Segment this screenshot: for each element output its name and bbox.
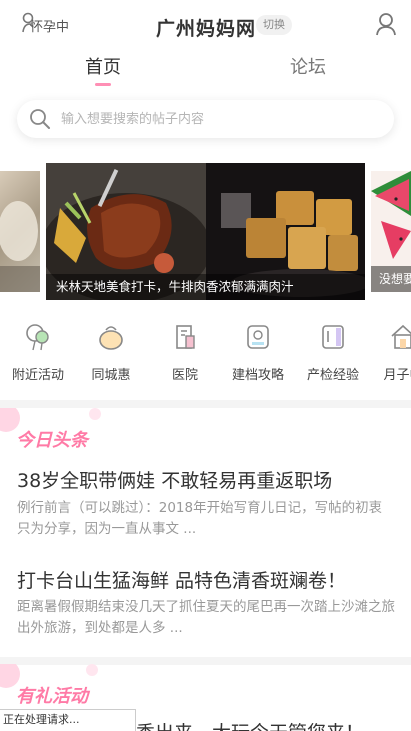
section-divider — [0, 400, 411, 408]
status-label: 怀孕中 — [30, 20, 70, 35]
money-bag-icon — [99, 326, 123, 350]
loading-toast: 正在处理请求... — [0, 709, 136, 731]
house-icon — [391, 324, 411, 349]
headlines-section-title: 今日头条 — [16, 430, 91, 450]
category-label: 月子中 — [383, 368, 411, 383]
id-card-icon — [247, 325, 269, 349]
search-icon — [30, 109, 50, 129]
news-item-title[interactable]: 38岁全职带俩娃 不敢轻易再重返职场 — [17, 466, 332, 493]
category-label: 附近活动 — [11, 368, 64, 383]
category-nav: 附近活动 同城惠 医院 建档攻略 产检经验 月子 — [0, 320, 411, 390]
events-section-logo: 有礼活动 — [0, 664, 98, 706]
tab-forum[interactable]: 论坛 — [290, 53, 326, 79]
carousel-slide-main[interactable]: 米林天地美食打卡，牛排肉香浓郁满满肉汁 — [46, 163, 365, 300]
app-header: 怀孕中 广州妈妈网 切换 — [0, 0, 411, 50]
news-item-desc[interactable]: 例行前言（可以跳过）：2018年开始写育儿日记，写帖的初衷只为分享，因为一直从事… — [17, 498, 395, 540]
category-label: 医院 — [171, 368, 198, 383]
carousel-slide-next[interactable]: 没想要 — [371, 171, 411, 292]
main-tabs: 首页 论坛 — [0, 50, 411, 88]
category-label: 建档攻略 — [231, 368, 284, 383]
pregnancy-status-button[interactable]: 怀孕中 — [20, 12, 69, 35]
book-icon — [322, 325, 344, 349]
city-title: 广州妈妈网 — [156, 18, 257, 40]
news-item-desc[interactable]: 距离暑假假期结束没几天了抓住夏天的尾巴再一次踏上沙滩之旅出外旅游，到处都是人多 … — [17, 597, 395, 639]
category-nearby-events[interactable]: 附近活动 — [3, 320, 73, 383]
headlines-section-logo: 今日头条 — [0, 408, 101, 450]
category-local-deals[interactable]: 同城惠 — [76, 320, 146, 383]
app-page: 怀孕中 广州妈妈网 切换 首页 论坛 输入想要搜索的帖子内容 米林天地美食打卡，… — [0, 0, 411, 731]
category-registration-guide[interactable]: 建档攻略 — [223, 320, 293, 383]
slide-caption-next: 没想要 — [371, 266, 411, 292]
hospital-icon — [176, 325, 195, 349]
category-confinement[interactable]: 月子中 — [368, 320, 411, 383]
news-item-title[interactable]: 打卡台山生猛海鲜 品特色清香斑斓卷！ — [17, 566, 346, 593]
events-section-title: 有礼活动 — [16, 686, 91, 706]
category-label: 产检经验 — [306, 368, 359, 383]
search-bar[interactable] — [17, 100, 394, 138]
user-icon[interactable] — [375, 12, 397, 36]
banner-carousel[interactable]: 米林天地美食打卡，牛排肉香浓郁满满肉汁 没想要 — [0, 163, 411, 300]
tab-active-indicator — [95, 83, 111, 86]
slide-image-prev — [0, 201, 40, 292]
search-input[interactable] — [61, 100, 381, 138]
category-label: 同城惠 — [91, 368, 131, 383]
category-prenatal-exam[interactable]: 产检经验 — [298, 320, 368, 383]
balloon-icon — [26, 324, 49, 351]
category-hospital[interactable]: 医院 — [150, 320, 220, 383]
city-switch-button[interactable]: 切换 — [256, 15, 292, 35]
tab-home[interactable]: 首页 — [85, 53, 121, 79]
event-item-title[interactable]: 秀出来，大玩今天管您来！ — [136, 718, 364, 731]
slide-caption-main: 米林天地美食打卡，牛排肉香浓郁满满肉汁 — [46, 274, 365, 300]
carousel-slide-prev[interactable] — [0, 171, 40, 292]
